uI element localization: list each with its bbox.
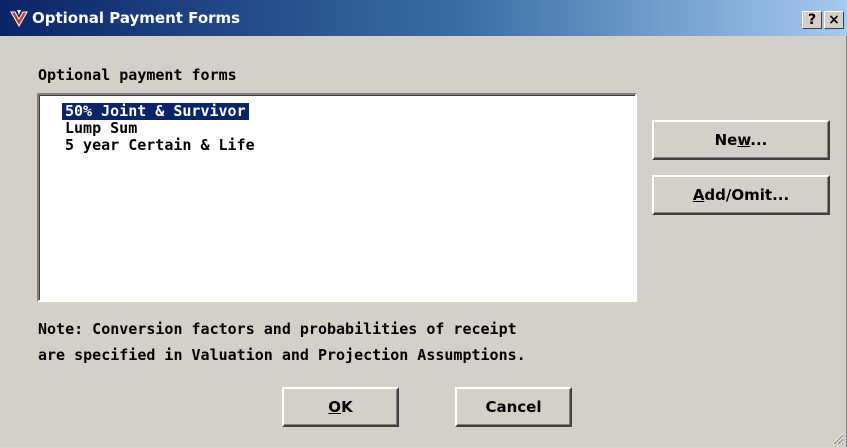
app-logo-icon xyxy=(10,10,28,27)
dialog-window: Optional Payment Forms ? × Optional paym… xyxy=(0,0,847,447)
note-line-1: Note: Conversion factors and probabiliti… xyxy=(38,320,517,338)
new-button-suffix: ... xyxy=(750,131,768,149)
list-item[interactable]: Lump Sum xyxy=(62,120,140,137)
add-omit-button-accel: A xyxy=(692,186,705,204)
title-bar[interactable]: Optional Payment Forms ? × xyxy=(0,0,847,36)
note-line-2: are specified in Valuation and Projectio… xyxy=(38,346,526,364)
list-item[interactable]: 5 year Certain & Life xyxy=(62,137,258,154)
list-label: Optional payment forms xyxy=(38,66,237,84)
new-button[interactable]: New... xyxy=(652,120,830,160)
ok-button-accel: O xyxy=(328,398,342,416)
help-button[interactable]: ? xyxy=(802,11,822,29)
cancel-button[interactable]: Cancel xyxy=(455,387,572,427)
new-button-accel: w xyxy=(737,131,751,149)
add-omit-button-suffix: dd/Omit... xyxy=(704,186,790,204)
window-title: Optional Payment Forms xyxy=(32,9,241,27)
new-button-label: Ne xyxy=(714,131,738,149)
ok-button-suffix: K xyxy=(341,398,353,416)
ok-button[interactable]: OK xyxy=(282,387,399,427)
add-omit-button[interactable]: Add/Omit... xyxy=(652,175,830,215)
payment-forms-listbox[interactable]: 50% Joint & Survivor Lump Sum 5 year Cer… xyxy=(37,93,637,302)
resize-grip-icon[interactable] xyxy=(830,431,844,445)
list-item[interactable]: 50% Joint & Survivor xyxy=(61,102,250,121)
close-button[interactable]: × xyxy=(824,11,844,29)
